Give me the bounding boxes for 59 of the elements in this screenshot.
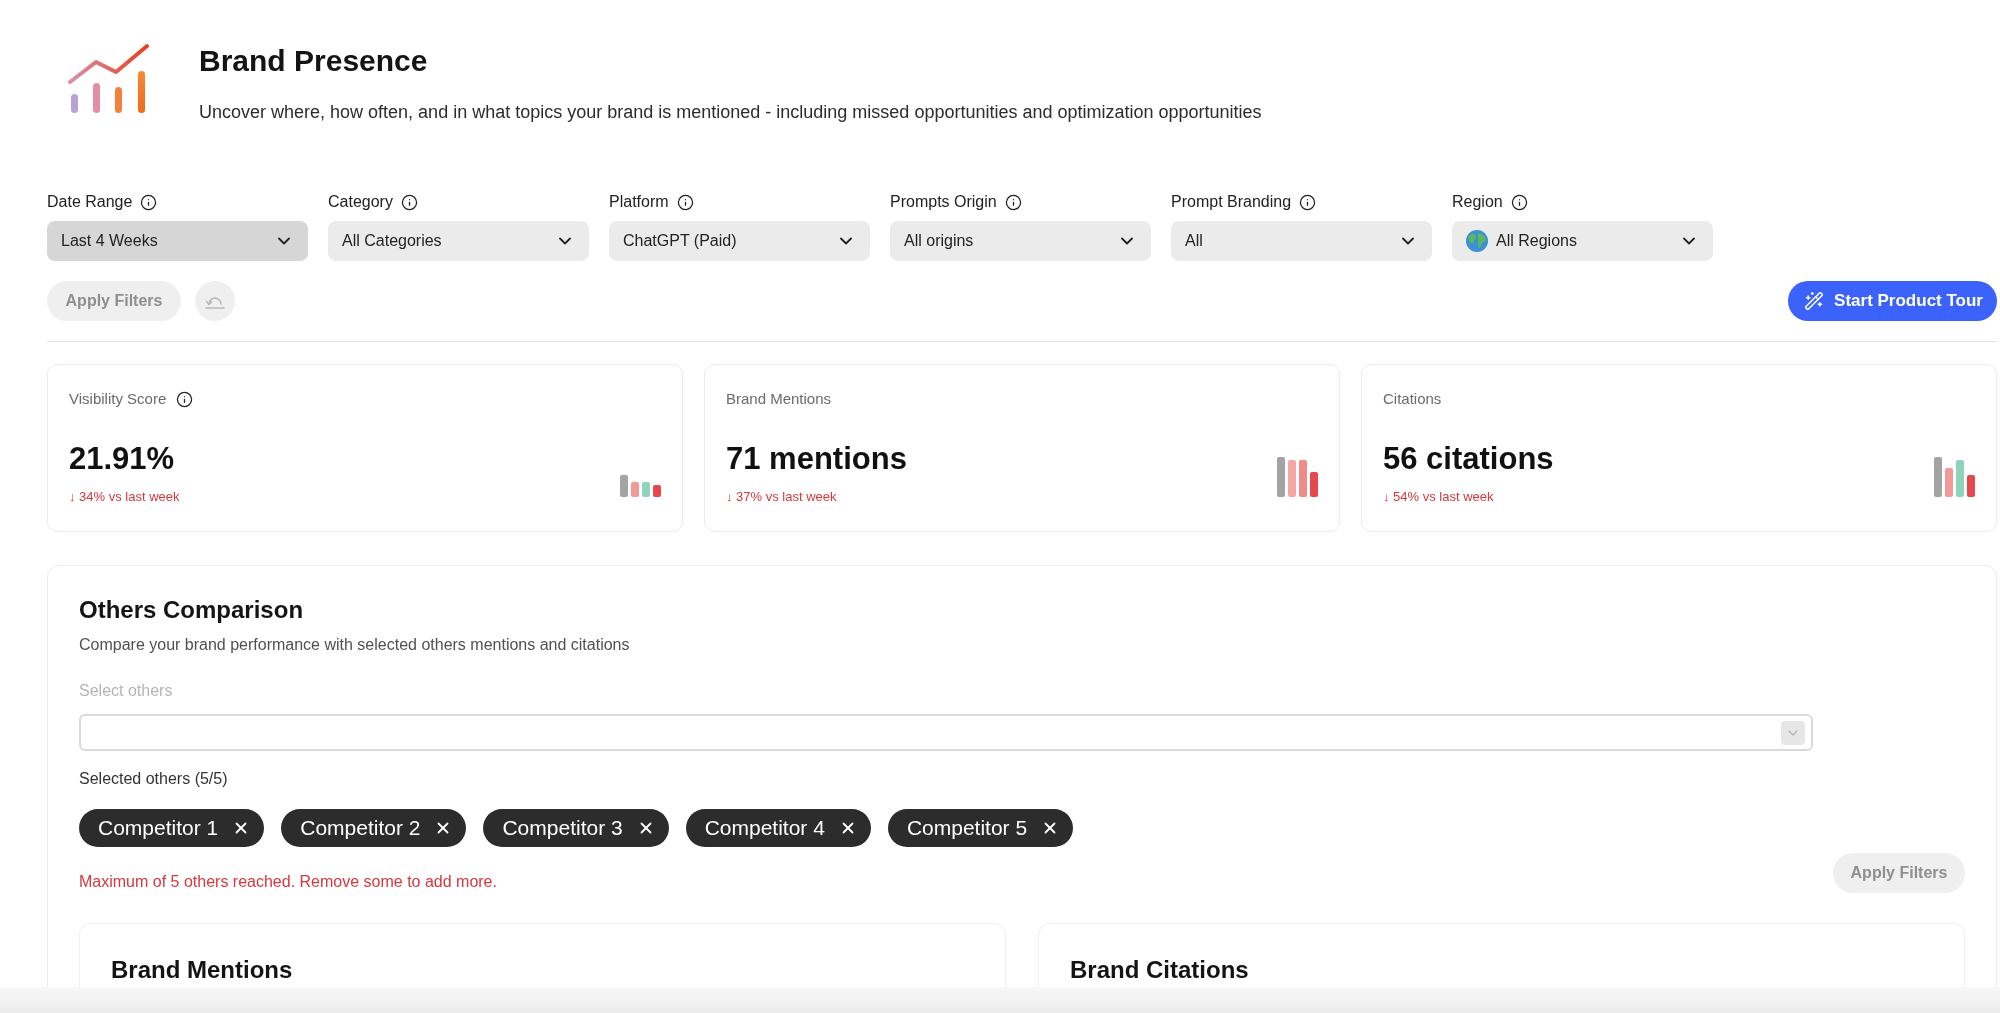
mini-bar <box>1967 475 1975 497</box>
filter-dropdown[interactable]: All Categories <box>328 221 589 261</box>
page-title: Brand Presence <box>199 43 429 79</box>
metric-change: ↓ 54% vs last week <box>1383 488 1494 506</box>
filter-label: Prompts Origin <box>890 192 997 212</box>
filter-dropdown[interactable]: Last 4 Weeks <box>47 221 308 261</box>
start-product-tour-button[interactable]: Start Product Tour <box>1788 281 1997 321</box>
metric-label: Brand Mentions <box>726 389 832 409</box>
mini-bar <box>1934 457 1942 497</box>
filter-dropdown[interactable]: ChatGPT (Paid) <box>609 221 870 261</box>
chip-label: Competitor 2 <box>300 816 421 840</box>
mini-bar <box>620 475 628 497</box>
mini-bar <box>1288 460 1296 497</box>
filter-label: Category <box>328 192 393 212</box>
mini-bar <box>1945 468 1953 497</box>
magic-wand-icon <box>1804 291 1825 311</box>
chip-label: Competitor 1 <box>98 816 219 840</box>
filter-label: Date Range <box>47 192 133 212</box>
metric-label: Visibility Score <box>69 389 167 409</box>
chip-label: Competitor 4 <box>704 816 825 840</box>
mini-bar <box>1956 460 1964 497</box>
info-icon[interactable] <box>140 193 158 211</box>
metric-label: Citations <box>1383 389 1442 409</box>
metric-value: 21.91% <box>69 440 176 478</box>
mini-bar <box>1310 472 1318 497</box>
info-icon[interactable] <box>400 193 418 211</box>
filter-label: Region <box>1452 192 1503 212</box>
filter-label: Platform <box>609 192 669 212</box>
panel-title: Brand Citations <box>1070 955 1250 985</box>
section-subtitle: Compare your brand performance with selected others mentions and citations <box>79 635 631 655</box>
panel-title: Brand Mentions <box>111 955 294 985</box>
info-icon[interactable] <box>176 390 194 408</box>
info-icon[interactable] <box>676 193 694 211</box>
chip-label: Competitor 3 <box>502 816 623 840</box>
filter-dropdown[interactable]: All origins <box>890 221 1151 261</box>
trend-chart-icon <box>66 43 150 115</box>
filter-dropdown[interactable]: All <box>1171 221 1432 261</box>
info-icon[interactable] <box>1004 193 1022 211</box>
mini-bar <box>631 482 639 497</box>
metric-change: ↓ 37% vs last week <box>726 488 837 506</box>
globe-icon <box>1466 230 1488 252</box>
info-icon[interactable] <box>1299 193 1317 211</box>
select-field[interactable] <box>79 714 1813 751</box>
mini-bar <box>653 485 661 497</box>
filter-label: Prompt Branding <box>1171 192 1292 212</box>
page-subtitle: Uncover where, how often, and in what topics your brand is mentioned - including missed opportunities and optimization opportunities <box>199 101 1262 124</box>
metric-value: 71 mentions <box>726 440 907 478</box>
metric-value: 56 citations <box>1383 440 1554 478</box>
filter-dropdown[interactable]: All Regions <box>1452 221 1713 261</box>
metric-change: ↓ 34% vs last week <box>69 488 180 506</box>
section-title: Others Comparison <box>79 595 305 625</box>
selected-count: Selected others (5/5) <box>79 769 228 789</box>
chip-label: Competitor 5 <box>906 816 1028 840</box>
select-label: Select others <box>79 681 173 701</box>
mini-bar <box>1299 460 1307 497</box>
mini-bar <box>1277 457 1285 497</box>
info-icon[interactable] <box>1510 193 1528 211</box>
error-message: Maximum of 5 others reached. Remove some to add more. <box>79 872 497 892</box>
mini-bar <box>642 482 650 497</box>
